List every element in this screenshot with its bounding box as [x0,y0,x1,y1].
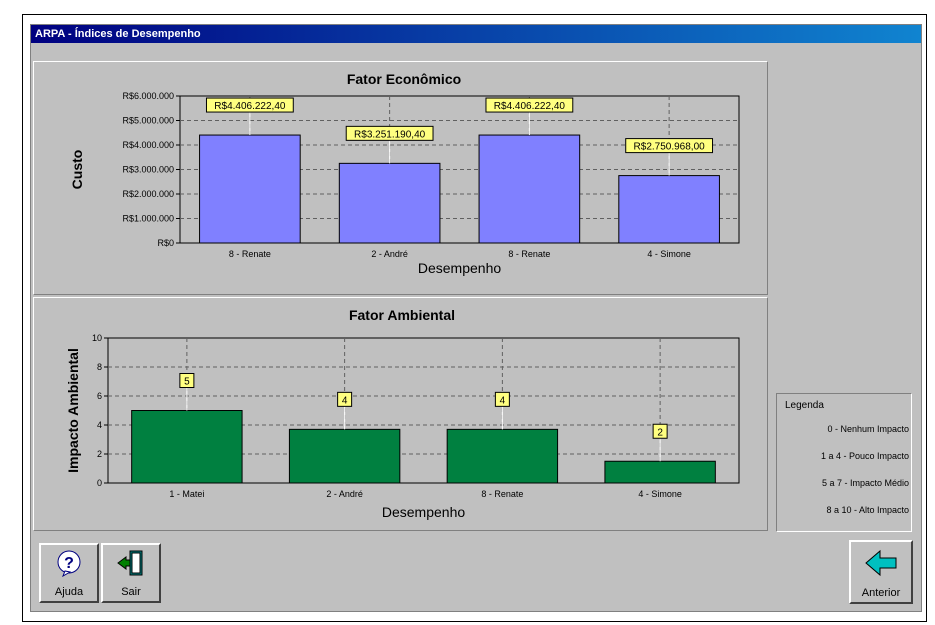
x-tick-label: 2 - André [371,249,408,259]
y-tick-label: R$1.000.000 [122,214,174,224]
y-tick-label: 0 [97,478,102,488]
bar [618,175,720,244]
x-tick-label: 8 - Renate [229,249,271,259]
x-tick-label: 4 - Simone [638,489,682,499]
svg-text:?: ? [64,555,74,572]
x-tick-label: 2 - André [326,489,363,499]
bar [199,134,301,244]
exit-button-label: Sair [121,586,141,598]
x-tick-label: 4 - Simone [647,249,691,259]
data-label: R$4.406.222,40 [494,101,566,112]
app-window: ARPA - Índices de Desempenho Fator Econô… [30,24,922,612]
bar [131,410,243,484]
chart-title: Fator Ambiental [349,307,455,323]
legend-title: Legenda [785,400,824,411]
arrow-left-icon [865,549,897,577]
environmental-chart-panel: Fator Ambiental 0 2 4 6 8 10 5 1 - Matei 4 2 - And… [33,297,768,531]
previous-button-label: Anterior [861,587,901,599]
bar [446,428,559,484]
y-tick-label: R$0 [157,238,174,248]
legend-item: 5 a 7 - Impacto Médio [821,478,909,488]
data-label: R$4.406.222,40 [214,101,286,112]
bar [338,162,441,244]
bar [288,428,401,484]
y-tick-label: 10 [92,333,102,343]
data-label: 4 [342,395,348,406]
y-tick-label: R$4.000.000 [122,140,174,150]
impact-legend: Legenda 0 - Nenhum Impacto 1 a 4 - Pouco… [776,393,912,532]
y-axis-label: Custo [69,150,85,190]
help-question-icon: ? [57,550,81,577]
x-axis-label: Desempenho [382,504,465,520]
y-tick-label: R$2.000.000 [122,189,174,199]
bar [604,460,716,484]
y-axis-label: Impacto Ambiental [65,348,81,473]
data-label: 4 [500,395,506,406]
x-axis-label: Desempenho [418,260,501,276]
x-tick-label: 8 - Renate [481,489,523,499]
economic-chart: Fator Econômico R$0 R$1.000.000 R$2.000.000… [69,71,740,276]
previous-button[interactable]: Anterior [849,540,913,604]
data-label: R$2.750.968,00 [634,142,706,153]
chart-title: Fator Econômico [347,71,461,87]
help-button-label: Ajuda [54,586,84,598]
data-label: R$3.251.190,40 [354,129,426,140]
exit-door-icon [117,550,143,576]
help-button[interactable]: ? Ajuda [39,543,99,603]
bar [478,134,581,244]
environmental-chart: Fator Ambiental 0 2 4 6 8 10 5 1 - Matei 4 2 - And… [65,307,740,520]
data-label: 5 [184,377,190,388]
x-tick-label: 1 - Matei [169,489,204,499]
legend-item: 8 a 10 - Alto Impacto [826,505,909,515]
legend-item: 0 - Nenhum Impacto [827,424,909,434]
y-tick-label: 6 [97,391,102,401]
window-title: ARPA - Índices de Desempenho [31,25,921,43]
y-tick-label: R$5.000.000 [122,116,174,126]
y-tick-label: 8 [97,362,102,372]
legend-item: 1 a 4 - Pouco Impacto [820,451,909,461]
y-tick-label: R$6.000.000 [122,91,174,101]
y-tick-label: 4 [97,420,102,430]
x-tick-label: 8 - Renate [508,249,550,259]
economic-chart-panel: Fator Econômico R$0 R$1.000.000 R$2.000.000… [33,61,768,295]
y-tick-label: 2 [97,449,102,459]
data-label: 2 [657,427,663,438]
y-tick-label: R$3.000.000 [122,165,174,175]
exit-button[interactable]: Sair [101,543,161,603]
